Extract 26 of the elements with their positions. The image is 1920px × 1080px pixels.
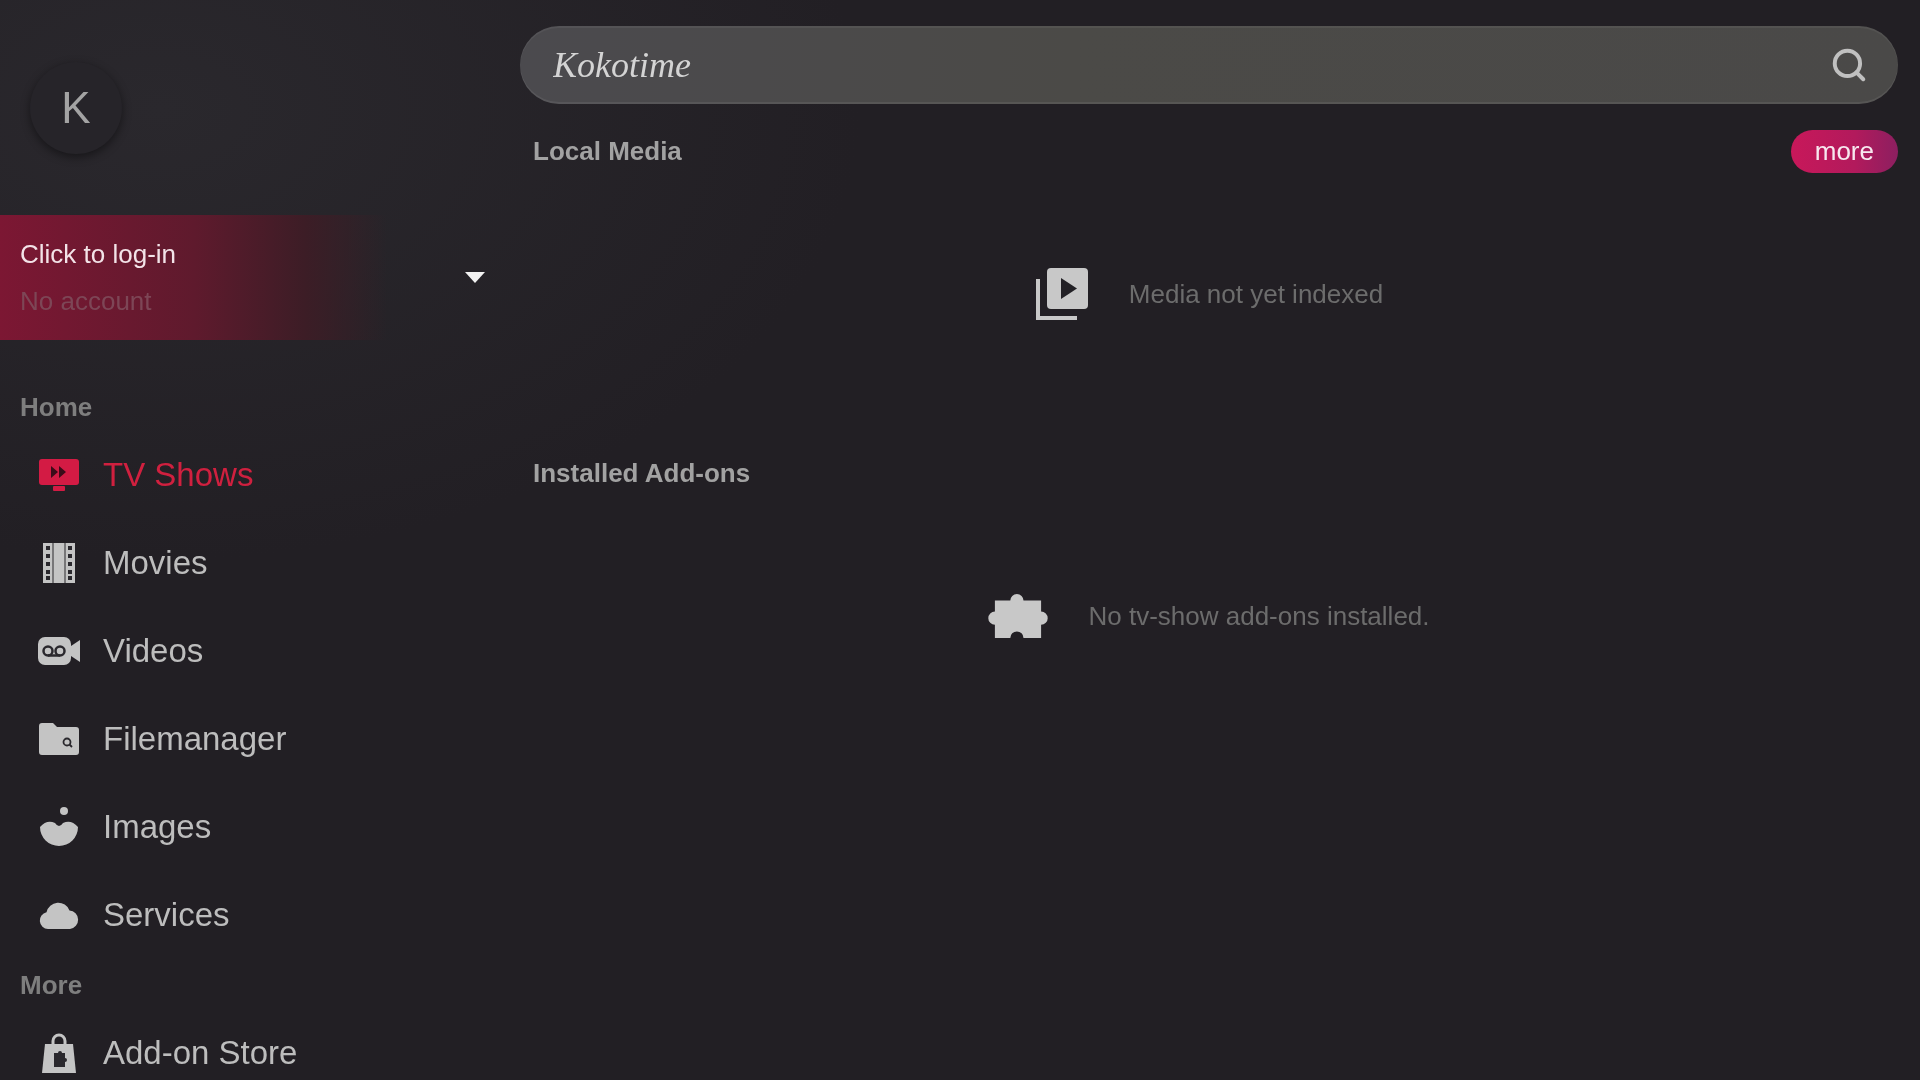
nav-item[interactable]: Videos [38,631,216,671]
nav-item[interactable]: Services [38,895,242,935]
search-icon[interactable] [1830,46,1868,84]
video-camera-icon [38,637,80,665]
section-title: Local Media [533,136,682,167]
caret-icon [465,272,485,283]
play-stack-icon [1034,267,1089,321]
shopping-bag-icon [42,1033,76,1073]
profile-avatar[interactable]: K [30,62,122,154]
nav-item[interactable]: Movies [38,543,220,583]
nav-item[interactable]: Images [38,807,224,847]
folder-icon [39,723,79,755]
search-field[interactable]: Kokotime [520,26,1898,104]
more-button[interactable]: more [1790,130,1898,173]
nav-group-label: Home [20,392,93,422]
empty-message: No tv-show add-ons installed. [1088,600,1430,632]
nav-group-label: More [20,970,83,1000]
cloud-icon [39,901,79,929]
tv-icon [39,459,79,491]
section-title: Installed Add-ons [533,458,751,489]
nav-item[interactable]: Add-on Store [38,1033,310,1073]
empty-message: Media not yet indexed [1128,278,1384,310]
film-strip-icon [43,543,75,583]
bowl-icon [39,807,79,847]
nav-item[interactable]: Filemanager [38,719,299,759]
puzzle-icon [988,594,1049,638]
